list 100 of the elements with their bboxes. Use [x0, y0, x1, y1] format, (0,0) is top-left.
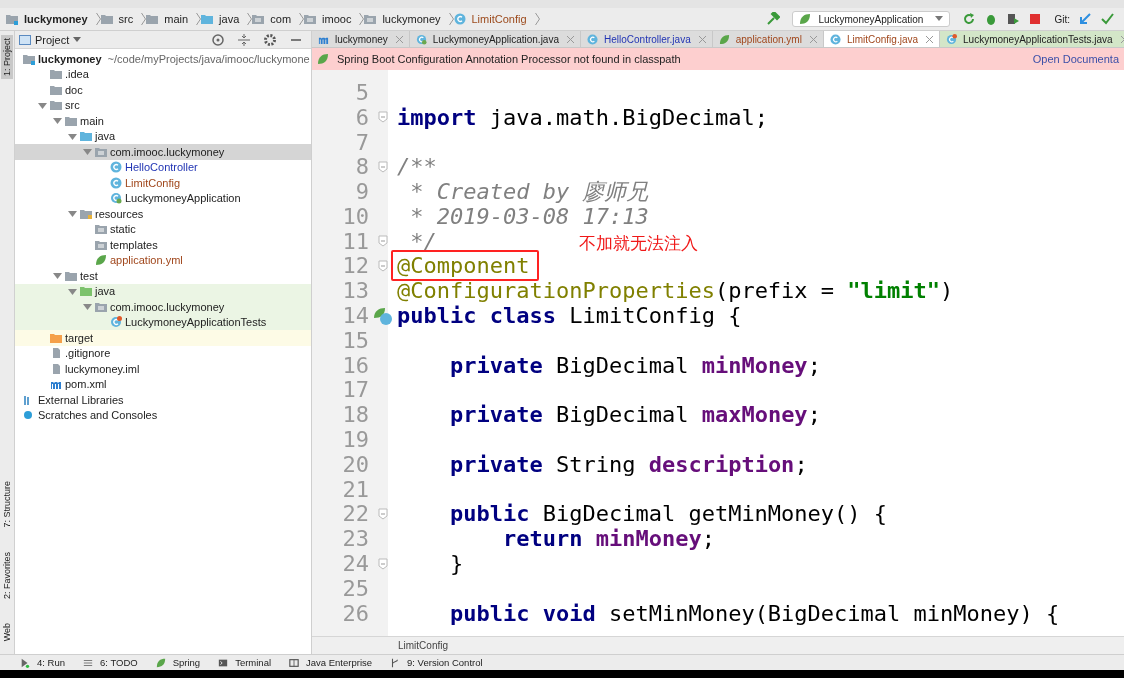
tree-item[interactable]: application.yml	[15, 252, 311, 268]
caret-icon[interactable]	[68, 209, 77, 219]
tree-item[interactable]: luckymoney ~/code/myProjects/java/imooc/luckymone	[15, 51, 311, 67]
fold-marker-icon[interactable]	[378, 111, 388, 124]
code-text: public void setMinMoney(BigDecimal minMoney) {	[448, 600, 1060, 626]
tree-item[interactable]: templates	[15, 237, 311, 253]
line-number: 26	[341, 600, 369, 626]
editor-tab[interactable]: LimitConfig.java	[823, 31, 941, 47]
run-configuration-dropdown[interactable]: LuckymoneyApplication	[792, 11, 951, 27]
close-icon[interactable]	[809, 35, 817, 43]
tree-item[interactable]: .idea	[15, 66, 311, 82]
tree-item[interactable]: External Libraries	[15, 392, 311, 408]
tab-label: HelloController.java	[604, 33, 691, 45]
folder-icon	[80, 130, 92, 143]
class-icon	[110, 316, 122, 329]
tool-window-button[interactable]: Terminal	[218, 657, 272, 668]
tree-item[interactable]: test	[15, 268, 311, 284]
close-icon[interactable]	[395, 35, 403, 43]
tree-item[interactable]: java	[15, 128, 311, 144]
tab-label: application.yml	[735, 33, 802, 45]
settings-icon[interactable]	[263, 32, 277, 47]
tree-item[interactable]: static	[15, 221, 311, 237]
breadcrumb[interactable]: java	[201, 13, 240, 25]
tree-item[interactable]: resources	[15, 206, 311, 222]
breadcrumb[interactable]: imooc	[304, 13, 352, 25]
tree-item[interactable]: .gitignore	[15, 345, 311, 361]
item-label: resources	[95, 207, 144, 220]
tree-item[interactable]: target	[15, 330, 311, 346]
line-number: 7	[354, 129, 369, 155]
tree-item[interactable]: com.imooc.luckymoney	[15, 299, 311, 315]
line-number: 19	[341, 427, 369, 453]
fold-marker-icon[interactable]	[378, 259, 388, 272]
tab-label: luckymoney	[335, 33, 388, 45]
tool-window-tab[interactable]: 1: Project	[1, 35, 13, 80]
breadcrumb[interactable]: luckymoney	[364, 13, 441, 25]
tool-window-button[interactable]: Spring	[155, 657, 201, 668]
check-icon[interactable]	[1100, 12, 1114, 26]
chevron-icon	[359, 12, 365, 26]
fold-marker-icon[interactable]	[378, 235, 388, 248]
breadcrumb[interactable]: src	[100, 13, 134, 25]
tree-item[interactable]: LimitConfig	[15, 175, 311, 191]
update-icon[interactable]	[1078, 12, 1092, 26]
class-icon	[453, 13, 466, 25]
tree-item[interactable]: src	[15, 97, 311, 113]
tree-item[interactable]: doc	[15, 82, 311, 98]
fold-marker-icon[interactable]	[378, 507, 388, 520]
branch-icon	[390, 657, 401, 668]
class-icon	[587, 33, 598, 45]
close-icon[interactable]	[567, 35, 574, 43]
item-label: src	[65, 99, 80, 112]
folder-icon	[95, 145, 107, 158]
line-number: 23	[341, 526, 369, 552]
breadcrumb[interactable]: luckymoney	[6, 13, 88, 25]
project-view-dropdown[interactable]: Project	[19, 33, 82, 46]
tool-window-button[interactable]: 6: TODO	[83, 657, 138, 668]
tree-item[interactable]: main	[15, 113, 311, 129]
chevron-icon	[448, 12, 454, 26]
locate-icon[interactable]	[211, 32, 225, 47]
tree-item[interactable]: HelloController	[15, 159, 311, 175]
tree-item[interactable]: pom.xml	[15, 376, 311, 392]
fold-marker-icon[interactable]	[378, 557, 388, 570]
chevron-icon	[299, 12, 305, 26]
warning-message: Spring Boot Configuration Annotation Processor not found in classpath	[337, 53, 681, 65]
tree-item[interactable]: com.imooc.luckymoney	[15, 144, 311, 160]
tool-window-button[interactable]: Java Enterprise	[289, 657, 373, 668]
tool-window-tab[interactable]: Web	[1, 619, 13, 644]
tool-window-button[interactable]: 4: Run	[20, 657, 65, 668]
class-icon	[946, 33, 958, 45]
structure-breadcrumb[interactable]: LimitConfig	[398, 640, 449, 651]
breadcrumb[interactable]: com	[252, 13, 292, 25]
stop-icon[interactable]	[1028, 12, 1043, 26]
leaf-icon	[799, 13, 812, 25]
tool-window-tab[interactable]: 7: Structure	[1, 478, 13, 531]
close-icon[interactable]	[926, 35, 934, 43]
documentation-link[interactable]: Open Documenta	[1032, 53, 1119, 65]
tree-item[interactable]: luckymoney.iml	[15, 361, 311, 377]
bean-icon[interactable]	[373, 305, 393, 326]
folder-icon	[65, 269, 77, 282]
tab-label: LuckymoneyApplicationTests.java	[963, 33, 1113, 45]
tree-item[interactable]: Scratches and Consoles	[15, 407, 311, 423]
fold-marker-icon[interactable]	[378, 160, 388, 173]
line-number: 6	[354, 104, 369, 130]
class-icon	[829, 33, 841, 45]
close-icon[interactable]	[698, 35, 706, 43]
line-number: 21	[341, 476, 369, 502]
tree-item[interactable]: java	[15, 283, 311, 299]
rerun-icon[interactable]	[962, 12, 977, 26]
code-text: * 2019-03-08 17:13	[409, 203, 649, 229]
editor-tab[interactable]: LuckymoneyApplicationTests.java	[940, 31, 1124, 47]
item-label: .idea	[65, 68, 89, 81]
tool-window-tab[interactable]: 2: Favorites	[1, 548, 13, 602]
hammer-icon[interactable]	[766, 12, 781, 26]
breadcrumb[interactable]: main	[146, 13, 189, 25]
tool-window-button[interactable]: 9: Version Control	[390, 657, 483, 668]
tree-item[interactable]: LuckymoneyApplication	[15, 190, 311, 206]
breadcrumb[interactable]: LimitConfig	[453, 13, 527, 25]
collapse-icon[interactable]	[237, 32, 251, 47]
code-text: * Created by 廖师兄	[409, 177, 649, 206]
item-label: main	[80, 114, 104, 127]
line-number: 20	[341, 451, 369, 477]
